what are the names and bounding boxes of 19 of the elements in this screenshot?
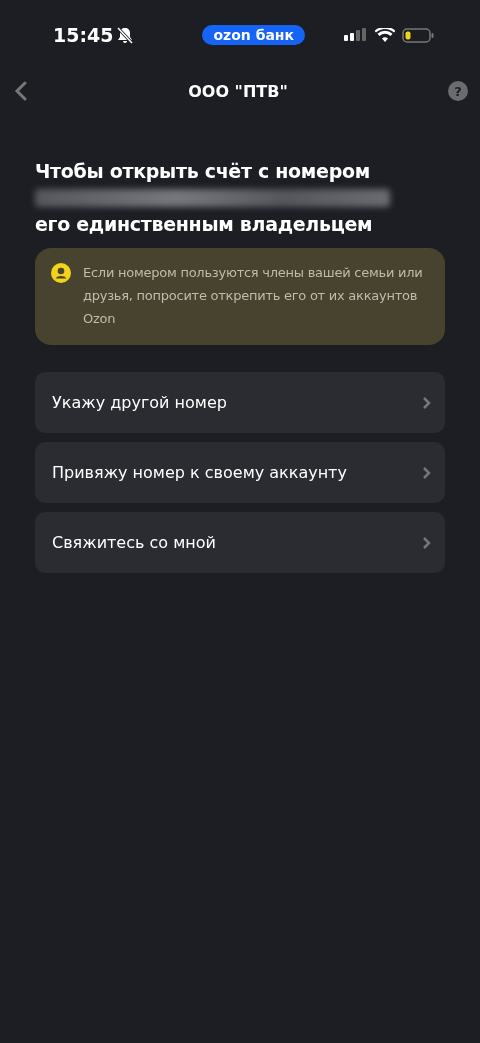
heading-line: его единственным владельцем	[35, 212, 374, 237]
option-item[interactable]: Свяжитесь со мной	[35, 512, 445, 573]
chevron-icon	[422, 465, 431, 480]
heading-line: Чтобы открыть счёт с номером	[35, 159, 371, 184]
page-title: ООО "ПТВ"	[188, 81, 288, 101]
app-badge: ozon банк	[202, 25, 306, 45]
battery-icon	[402, 27, 434, 43]
bell-muted-icon	[117, 26, 134, 44]
person-icon	[51, 263, 71, 283]
option-item[interactable]: Укажу другой номер	[35, 372, 445, 433]
wifi-icon	[375, 27, 395, 43]
status-time: 15:45	[53, 24, 114, 46]
chevron-icon	[422, 535, 431, 550]
notice-text: Если номером пользуются члены вашей семьи или друзья, попросите открепить его от их аккаунтов Ozon	[83, 264, 424, 328]
back-button[interactable]	[14, 81, 28, 101]
option-item[interactable]: Привяжу номер к своему аккаунту	[35, 442, 445, 503]
signal-icon	[344, 28, 368, 42]
chevron-icon	[422, 395, 431, 410]
back-icon	[14, 81, 28, 101]
